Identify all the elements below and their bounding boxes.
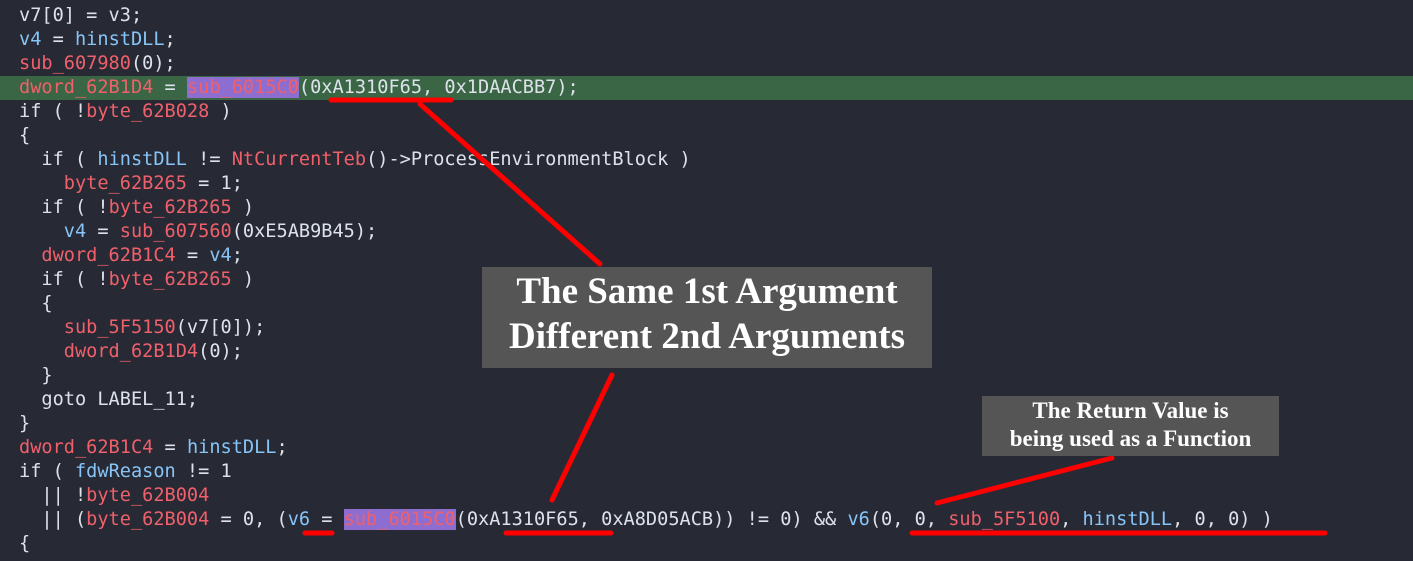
callout-line-1: The Return Value is — [1032, 398, 1229, 423]
return-value-callout: The Return Value is being used as a Func… — [982, 396, 1279, 456]
callout-line-1: The Same 1st Argument — [516, 271, 898, 312]
pointer-to-v6-call — [934, 455, 1115, 506]
same-argument-callout: The Same 1st Argument Different 2nd Argu… — [482, 267, 932, 368]
pointer-to-second-call — [549, 372, 615, 503]
callout-line-2: being used as a Function — [1009, 426, 1252, 451]
callout-line-2: Different 2nd Arguments — [508, 316, 905, 357]
pointer-to-first-call — [417, 101, 603, 267]
